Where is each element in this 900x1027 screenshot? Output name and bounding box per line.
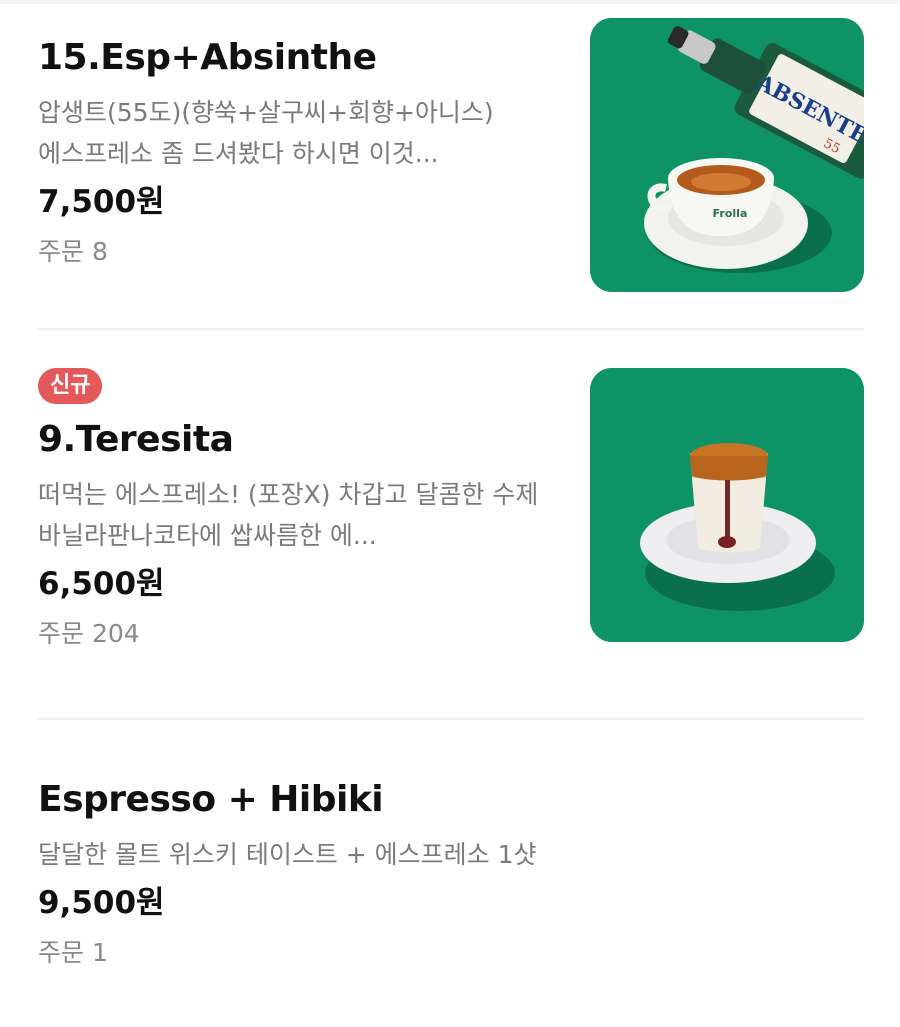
menu-item[interactable]: 15.Esp+Absinthe 압생트(55도)(향쑥+살구씨+회향+아니스) … — [38, 18, 864, 294]
item-description: 압생트(55도)(향쑥+살구씨+회향+아니스) 에스프레소 좀 드셔봤다 하시면… — [38, 98, 494, 168]
item-order-count: 주문 1 — [38, 938, 108, 967]
item-price: 9,500원 — [38, 885, 165, 921]
item-thumbnail-absinthe[interactable]: ABSENTE 55 Frolla — [590, 18, 864, 292]
absinthe-espresso-photo: ABSENTE 55 Frolla — [590, 18, 864, 292]
item-price: 6,500원 — [38, 566, 165, 602]
item-name: Espresso + Hibiki — [38, 779, 384, 820]
menu-item-text: 15.Esp+Absinthe 압생트(55도)(향쑥+살구씨+회향+아니스) … — [38, 36, 558, 270]
item-price: 7,500원 — [38, 184, 165, 220]
item-divider — [38, 718, 864, 720]
item-description: 달달한 몰트 위스키 테이스트 + 에스프레소 1샷 — [38, 840, 537, 869]
item-thumbnail-teresita[interactable] — [590, 368, 864, 642]
teresita-glass-photo — [590, 368, 864, 642]
menu-item[interactable]: Espresso + Hibiki 달달한 몰트 위스키 테이스트 + 에스프레… — [38, 778, 864, 998]
new-badge: 신규 — [38, 368, 103, 404]
menu-item-text: 신규 9.Teresita 떠먹는 에스프레소! (포장X) 차갑고 달콤한 수… — [38, 368, 558, 652]
menu-item-text: Espresso + Hibiki 달달한 몰트 위스키 테이스트 + 에스프레… — [38, 778, 738, 971]
item-order-count: 주문 204 — [38, 619, 140, 648]
item-name: 15.Esp+Absinthe — [38, 37, 377, 78]
menu-item[interactable]: 신규 9.Teresita 떠먹는 에스프레소! (포장X) 차갑고 달콤한 수… — [38, 368, 864, 688]
top-divider — [0, 0, 900, 4]
item-description: 떠먹는 에스프레소! (포장X) 차갑고 달콤한 수제 바닐라판나코타에 쌉싸름… — [38, 480, 539, 550]
cup-label: Frolla — [713, 207, 748, 220]
item-divider — [38, 328, 864, 330]
item-name: 9.Teresita — [38, 419, 234, 460]
item-order-count: 주문 8 — [38, 237, 108, 266]
